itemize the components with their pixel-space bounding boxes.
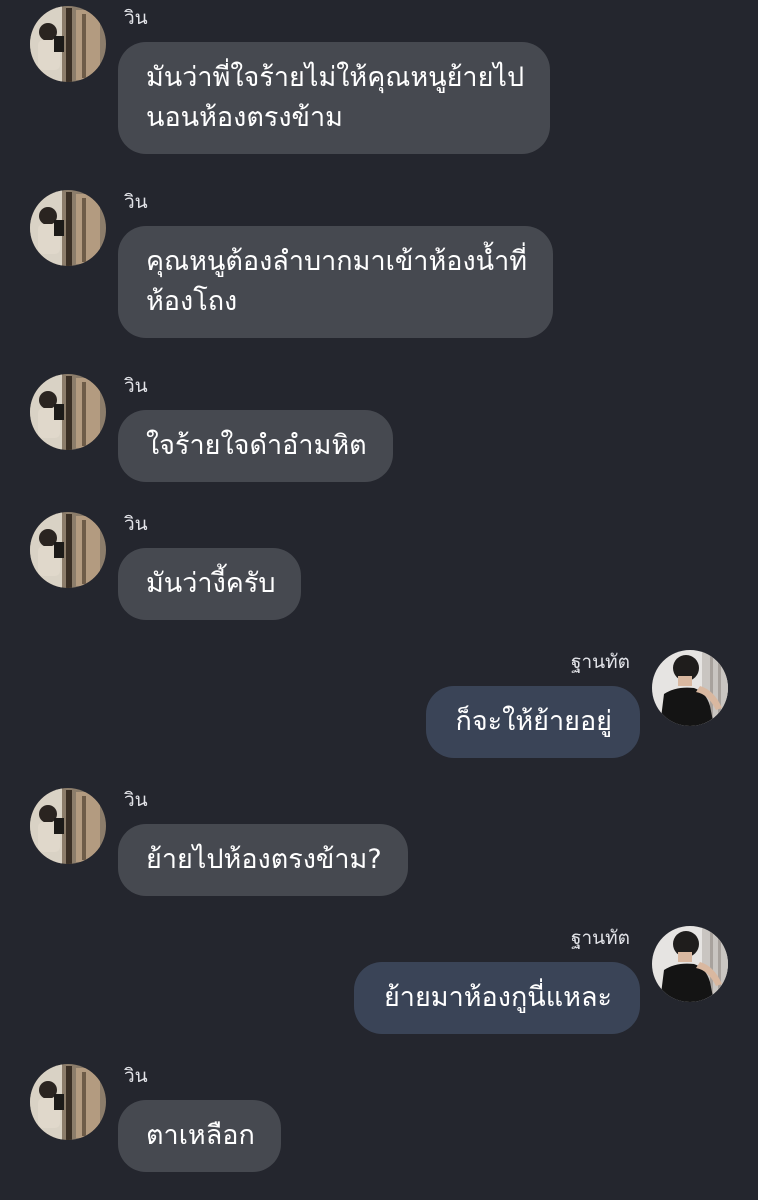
message-text-line: มันว่าพี่ใจร้ายไม่ให้คุณหนูย้ายไป: [146, 62, 525, 93]
message-bubble[interactable]: ย้ายมาห้องกูนี่แหละ: [353, 962, 640, 1034]
thanat-avatar[interactable]: [652, 650, 728, 726]
win-avatar[interactable]: [30, 6, 106, 82]
message-text-line: คุณหนูต้องลำบากมาเข้าห้องน้ำที่: [146, 246, 528, 277]
win-avatar[interactable]: [30, 1064, 106, 1140]
message-text-line: ใจร้ายใจดำอำมหิต: [146, 430, 367, 461]
message-text-line: ห้องโถง: [146, 286, 238, 317]
sender-name: วิน: [124, 7, 148, 29]
sender-name: วิน: [124, 789, 148, 811]
win-avatar[interactable]: [30, 190, 106, 266]
chat-thread: วิน มันว่าพี่ใจร้ายไม่ให้คุณหนูย้ายไป นอ…: [0, 0, 758, 1200]
message-text-line: ย้ายไปห้องตรงข้าม?: [146, 844, 382, 875]
message-bubble[interactable]: ตาเหลือก: [118, 1100, 281, 1172]
sender-name: ฐานทัต: [570, 927, 630, 949]
sender-name: วิน: [124, 375, 148, 397]
message-text-line: มันว่างี้ครับ: [146, 568, 276, 599]
message-text-line: ย้ายมาห้องกูนี่แหละ: [383, 982, 612, 1013]
message-text-line: ตาเหลือก: [146, 1120, 255, 1151]
sender-name: ฐานทัต: [570, 651, 630, 673]
win-avatar[interactable]: [30, 788, 106, 864]
sender-name: วิน: [124, 513, 148, 535]
message-text-line: นอนห้องตรงข้าม: [146, 102, 343, 133]
win-avatar[interactable]: [30, 374, 106, 450]
message-bubble[interactable]: คุณหนูต้องลำบากมาเข้าห้องน้ำที่ ห้องโถง: [118, 226, 554, 338]
message-bubble[interactable]: มันว่าพี่ใจร้ายไม่ให้คุณหนูย้ายไป นอนห้อ…: [118, 42, 551, 154]
message-bubble[interactable]: ก็จะให้ย้ายอยู่: [425, 686, 640, 758]
message-bubble[interactable]: ใจร้ายใจดำอำมหิต: [118, 410, 393, 482]
thanat-avatar[interactable]: [652, 926, 728, 1002]
message-bubble[interactable]: ย้ายไปห้องตรงข้าม?: [118, 824, 408, 896]
message-bubble[interactable]: มันว่างี้ครับ: [118, 548, 302, 620]
sender-name: วิน: [124, 1065, 148, 1087]
win-avatar[interactable]: [30, 512, 106, 588]
sender-name: วิน: [124, 191, 148, 213]
message-text-line: ก็จะให้ย้ายอยู่: [455, 706, 613, 737]
